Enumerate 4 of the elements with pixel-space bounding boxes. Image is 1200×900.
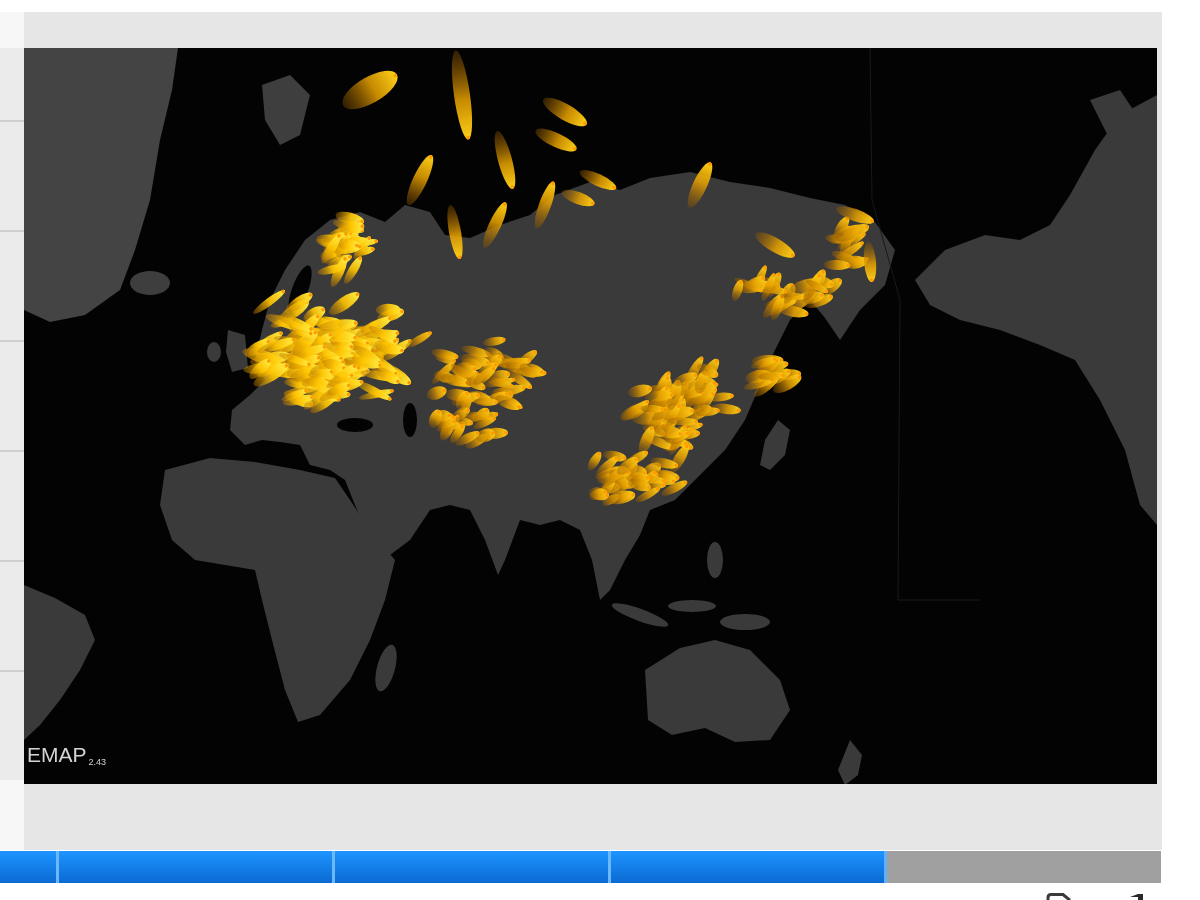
map-caption: EMAP$_{2.43}$ — [27, 743, 107, 769]
document-icon[interactable] — [1046, 893, 1072, 900]
progress-track[interactable] — [0, 851, 1161, 883]
flag-icon[interactable] — [1130, 894, 1143, 900]
